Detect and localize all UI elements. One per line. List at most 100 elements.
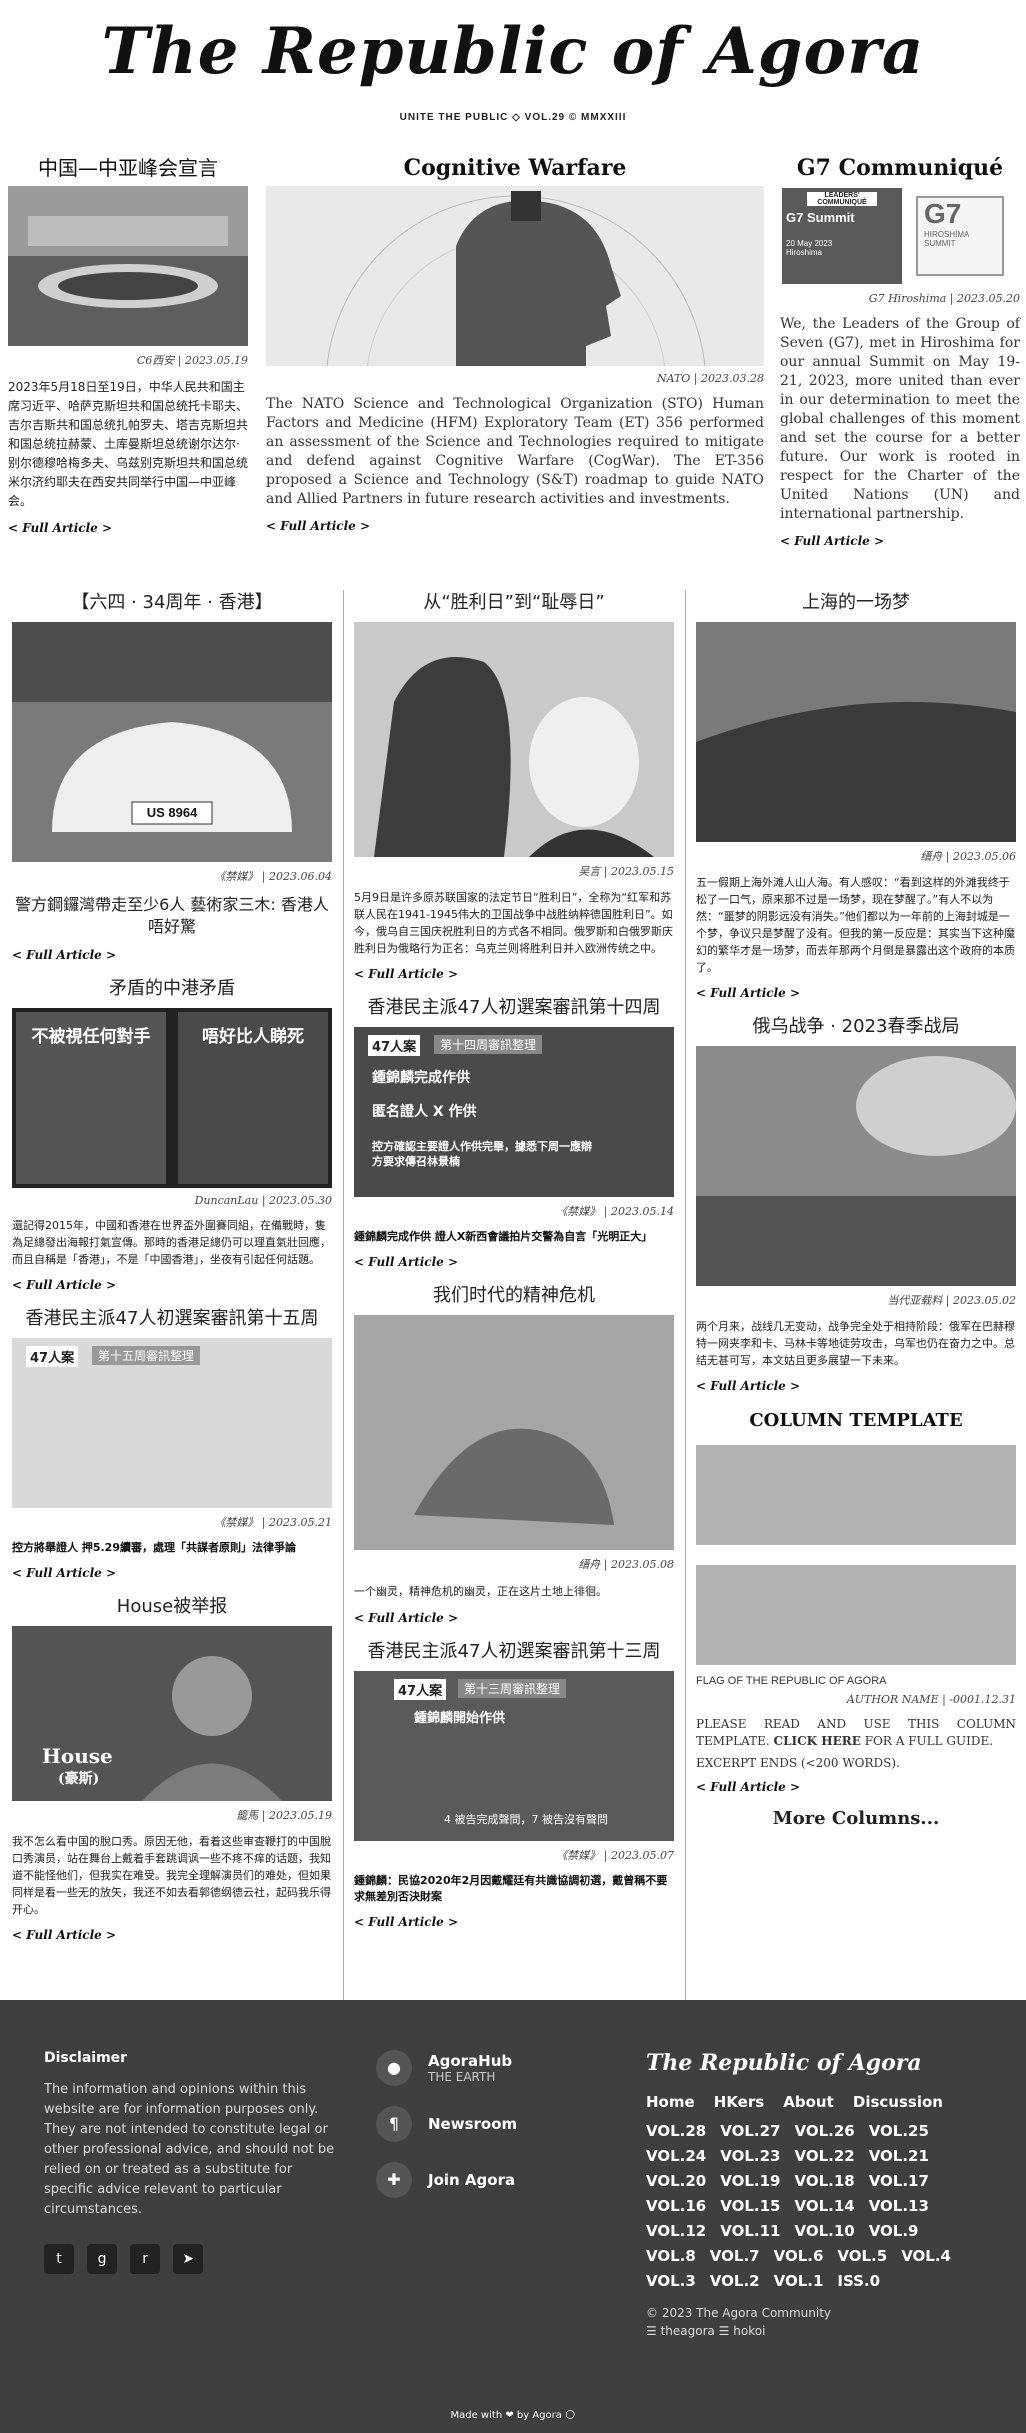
porsche-photo[interactable]: US 8964 bbox=[12, 622, 332, 862]
volume-link[interactable]: VOL.4 bbox=[901, 2247, 951, 2265]
full-article-link[interactable]: < Full Article > bbox=[354, 1255, 674, 1269]
placeholder-image[interactable] bbox=[696, 1565, 1016, 1665]
nav-about[interactable]: About bbox=[783, 2093, 834, 2111]
putin-cartoon[interactable] bbox=[354, 622, 674, 857]
article-heading[interactable]: 俄乌战争 · 2023春季战局 bbox=[696, 1014, 1016, 1040]
nav-discussion[interactable]: Discussion bbox=[853, 2093, 943, 2111]
guide-link[interactable]: CLICK HERE bbox=[774, 1734, 861, 1748]
volume-link[interactable]: VOL.26 bbox=[794, 2122, 854, 2140]
volume-link[interactable]: VOL.20 bbox=[646, 2172, 706, 2190]
reddit-icon[interactable]: r bbox=[130, 2244, 161, 2274]
full-article-link[interactable]: < Full Article > bbox=[12, 948, 332, 962]
placeholder-image[interactable] bbox=[696, 1445, 1016, 1545]
volume-link[interactable]: VOL.2 bbox=[710, 2272, 760, 2290]
license-plate: US 8964 bbox=[146, 805, 198, 820]
article-heading[interactable]: 香港民主派47人初選案審訊第十五周 bbox=[12, 1306, 332, 1332]
puzzle-icon: ✚ bbox=[376, 2162, 412, 2198]
shanghai-photo[interactable] bbox=[696, 622, 1016, 842]
poster-left-text: 不被視任何對手 bbox=[31, 1027, 151, 1047]
article-heading[interactable]: COLUMN TEMPLATE bbox=[696, 1407, 1016, 1435]
cogwar-illustration[interactable] bbox=[266, 186, 764, 366]
volume-link[interactable]: VOL.27 bbox=[720, 2122, 780, 2140]
volume-link[interactable]: VOL.18 bbox=[794, 2172, 854, 2190]
poster-right: 唔好比人睇死 bbox=[178, 1012, 328, 1184]
full-article-link[interactable]: < Full Article > bbox=[12, 1566, 332, 1580]
social-links: t g r ➤ bbox=[44, 2244, 344, 2274]
volume-link[interactable]: VOL.19 bbox=[720, 2172, 780, 2190]
volume-link[interactable]: VOL.21 bbox=[869, 2147, 929, 2165]
volume-link[interactable]: VOL.22 bbox=[794, 2147, 854, 2165]
full-article-link[interactable]: < Full Article > bbox=[354, 1915, 674, 1929]
volume-link[interactable]: VOL.6 bbox=[774, 2247, 824, 2265]
volume-link[interactable]: VOL.16 bbox=[646, 2197, 706, 2215]
article-heading[interactable]: 中国—中亚峰会宣言 bbox=[8, 154, 248, 182]
tagline: UNITE THE PUBLIC ◇ VOL.29 © MMXXIII bbox=[399, 112, 627, 123]
week15-card[interactable]: 47人案 第十五周審訊整理 bbox=[12, 1338, 332, 1508]
article-byline: NATO | 2023.03.28 bbox=[656, 372, 764, 385]
volume-link[interactable]: VOL.9 bbox=[869, 2222, 919, 2240]
full-article-link[interactable]: < Full Article > bbox=[354, 967, 674, 981]
volume-link[interactable]: VOL.13 bbox=[869, 2197, 929, 2215]
telegram-icon[interactable]: ➤ bbox=[173, 2244, 204, 2274]
volume-link[interactable]: VOL.1 bbox=[774, 2272, 824, 2290]
article-heading[interactable]: 香港民主派47人初選案審訊第十三周 bbox=[354, 1639, 674, 1665]
posters-photo[interactable]: 不被視任何對手 唔好比人睇死 bbox=[12, 1008, 332, 1188]
nav-home[interactable]: Home bbox=[646, 2093, 695, 2111]
volume-link[interactable]: VOL.12 bbox=[646, 2222, 706, 2240]
volume-link[interactable]: VOL.7 bbox=[710, 2247, 760, 2265]
volume-link[interactable]: VOL.5 bbox=[837, 2247, 887, 2265]
full-article-link[interactable]: < Full Article > bbox=[12, 1278, 332, 1292]
volume-link[interactable]: VOL.17 bbox=[869, 2172, 929, 2190]
volume-link[interactable]: VOL.25 bbox=[869, 2122, 929, 2140]
full-article-link[interactable]: < Full Article > bbox=[780, 534, 1020, 548]
cogwar-illustration-art bbox=[326, 191, 706, 366]
article-heading[interactable]: G7 Communiqué bbox=[780, 154, 1020, 182]
volume-link[interactable]: ISS.0 bbox=[837, 2272, 880, 2290]
article-heading[interactable]: 上海的一场梦 bbox=[696, 590, 1016, 616]
full-article-link[interactable]: < Full Article > bbox=[266, 519, 764, 533]
masthead-title[interactable]: The Republic of Agora bbox=[0, 14, 1026, 89]
volume-link[interactable]: VOL.28 bbox=[646, 2122, 706, 2140]
volume-link[interactable]: VOL.23 bbox=[720, 2147, 780, 2165]
nav-hkers[interactable]: HKers bbox=[714, 2093, 764, 2111]
footer-brand[interactable]: The Republic of Agora bbox=[646, 2050, 986, 2076]
twitter-icon[interactable]: t bbox=[44, 2244, 74, 2274]
full-article-link[interactable]: < Full Article > bbox=[696, 1379, 1016, 1393]
volume-link[interactable]: VOL.3 bbox=[646, 2272, 696, 2290]
excerpt-note: EXCERPT ENDS (<200 WORDS). bbox=[696, 1756, 900, 1770]
article-heading[interactable]: Cognitive Warfare bbox=[266, 154, 764, 182]
house-photo[interactable]: House (豪斯) bbox=[12, 1626, 332, 1801]
card-item: 控方確認主要證人作供完畢，據悉下周一應辯方要求傳召林景楠 bbox=[372, 1140, 592, 1168]
article-heading[interactable]: 【六四 · 34周年 · 香港】 bbox=[12, 590, 332, 616]
g7-photo[interactable]: LEADERS' COMMUNIQUÉ G7 Summit 20 May 202… bbox=[780, 186, 1020, 286]
battle-photo[interactable] bbox=[696, 1046, 1016, 1286]
week14-card[interactable]: 47人案 第十四周審訊整理 鍾錦麟完成作供 匿名證人 X 作供 控方確認主要證人… bbox=[354, 1027, 674, 1197]
article-heading[interactable]: 从“胜利日”到“耻辱日” bbox=[354, 590, 674, 616]
week13-card[interactable]: 47人案 第十三周審訊整理 鍾錦麟開始作供 4 被告完成聲問，7 被告沒有聲問 bbox=[354, 1671, 674, 1841]
card-title: 第十三周審訊整理 bbox=[458, 1679, 567, 1698]
footer-link-join[interactable]: ✚ Join Agora bbox=[376, 2162, 616, 2198]
more-columns-link[interactable]: More Columns... bbox=[696, 1808, 1016, 1829]
volume-link[interactable]: VOL.24 bbox=[646, 2147, 706, 2165]
full-article-link[interactable]: < Full Article > bbox=[12, 1928, 332, 1942]
article-heading[interactable]: 我们时代的精神危机 bbox=[354, 1283, 674, 1309]
full-article-link[interactable]: < Full Article > bbox=[8, 521, 248, 535]
article-heading[interactable]: House被举报 bbox=[12, 1594, 332, 1620]
volume-link[interactable]: VOL.8 bbox=[646, 2247, 696, 2265]
github-icon[interactable]: g bbox=[87, 2244, 118, 2274]
crisis-engraving[interactable] bbox=[354, 1315, 674, 1550]
full-article-link[interactable]: < Full Article > bbox=[696, 1780, 1016, 1794]
article-heading[interactable]: 矛盾的中港矛盾 bbox=[12, 976, 332, 1002]
volume-link[interactable]: VOL.14 bbox=[794, 2197, 854, 2215]
image-caption: FLAG OF THE REPUBLIC OF AGORA bbox=[696, 1675, 887, 1687]
full-article-link[interactable]: < Full Article > bbox=[354, 1611, 674, 1625]
summit-photo[interactable] bbox=[8, 186, 248, 346]
full-article-link[interactable]: < Full Article > bbox=[696, 986, 1016, 1000]
volume-link[interactable]: VOL.15 bbox=[720, 2197, 780, 2215]
volume-link[interactable]: VOL.10 bbox=[794, 2222, 854, 2240]
article-body: PLEASE READ AND USE THIS COLUMN TEMPLATE… bbox=[696, 1716, 1016, 1750]
footer-link-agorahub[interactable]: ● AgoraHub THE EARTH bbox=[376, 2050, 616, 2086]
footer-link-newsroom[interactable]: ¶ Newsroom bbox=[376, 2106, 616, 2142]
volume-link[interactable]: VOL.11 bbox=[720, 2222, 780, 2240]
article-heading[interactable]: 香港民主派47人初選案審訊第十四周 bbox=[354, 995, 674, 1021]
